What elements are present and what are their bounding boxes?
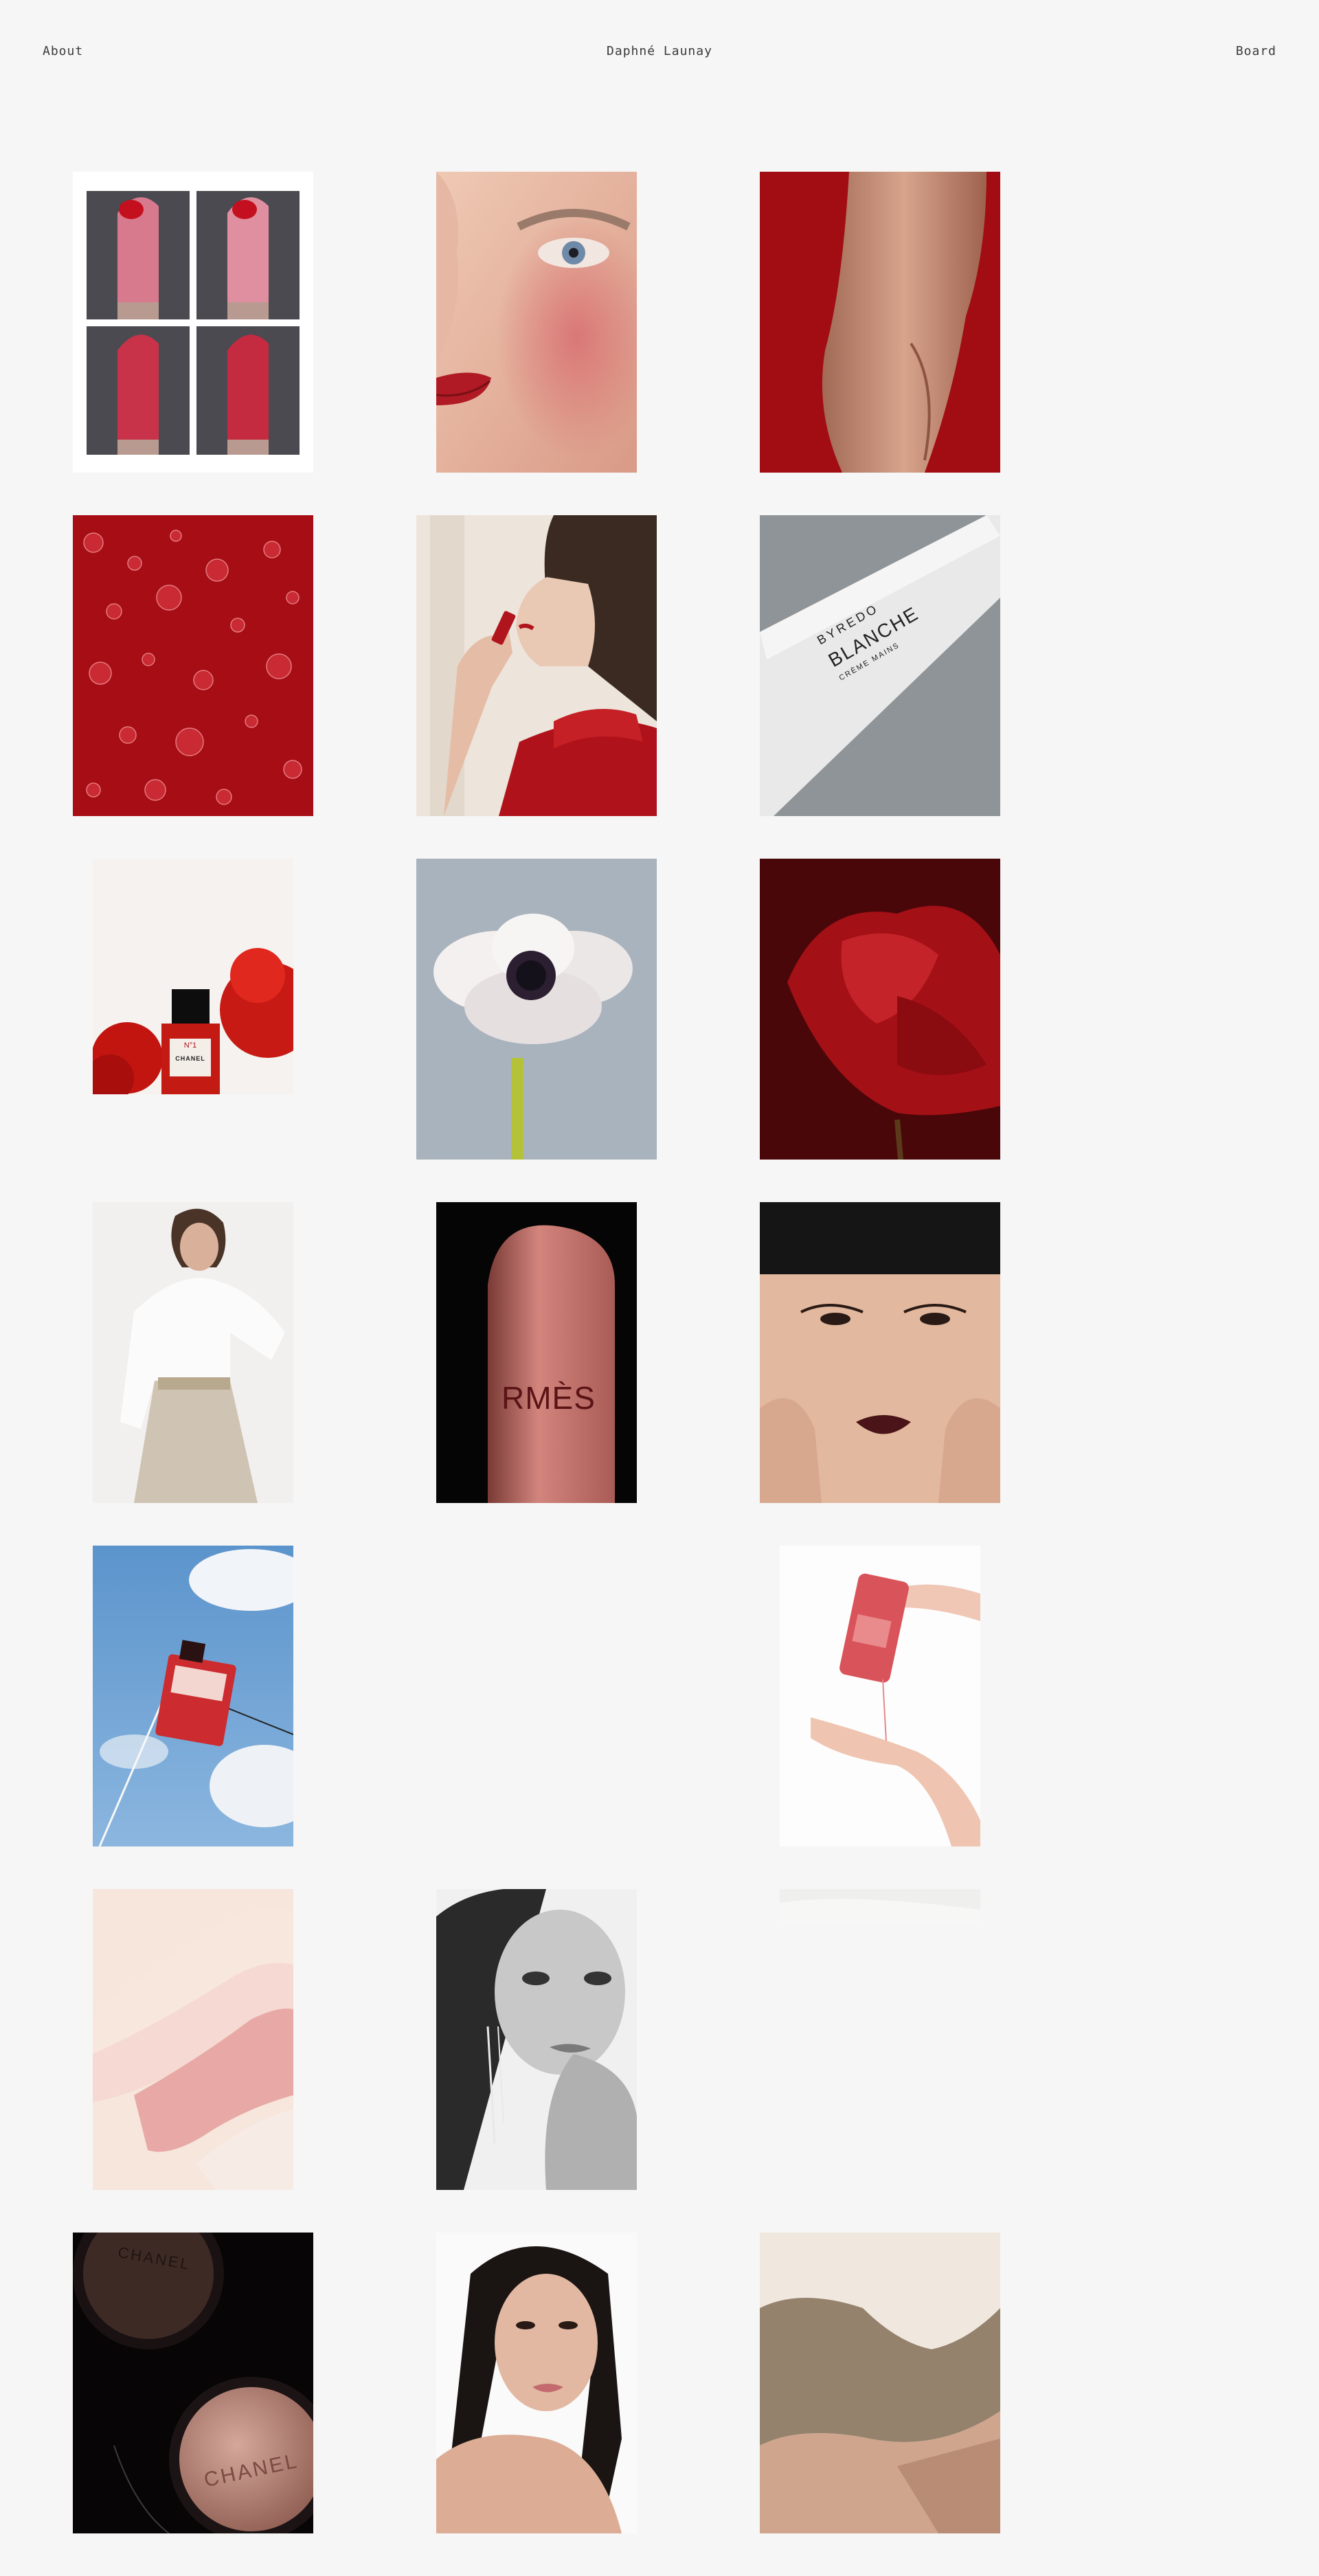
byredo-cream-image[interactable]: BYREDO BLANCHE CRÈME MAINS bbox=[760, 515, 1000, 816]
byredo-cream-graphic bbox=[760, 515, 1000, 816]
lipstick-grid-image[interactable] bbox=[73, 172, 313, 473]
woman-lipstick-graphic bbox=[416, 515, 657, 816]
white-anemone-graphic bbox=[416, 859, 657, 1160]
body-red-background-image[interactable] bbox=[760, 172, 1000, 473]
partial-image-graphic bbox=[780, 1889, 980, 1922]
lipstick-grid-graphic bbox=[73, 172, 313, 473]
fashion-woman-image[interactable] bbox=[93, 1202, 293, 1503]
freckled-face-image[interactable] bbox=[436, 172, 637, 473]
chanel-highlighter-image[interactable]: CHANEL CHANEL bbox=[73, 2233, 313, 2533]
bottle-sky-graphic bbox=[93, 1546, 293, 1846]
body-red-background-graphic bbox=[760, 172, 1000, 473]
hermes-lipstick-graphic bbox=[436, 1202, 637, 1503]
chanel-highlighter-graphic bbox=[73, 2233, 313, 2533]
chanel-perfume-graphic bbox=[93, 859, 293, 1094]
bottle-sky-image[interactable] bbox=[93, 1546, 293, 1846]
cream-swatches-image[interactable] bbox=[93, 1889, 293, 2190]
asian-portrait-image[interactable] bbox=[436, 2233, 637, 2533]
red-amaryllis-graphic bbox=[760, 859, 1000, 1160]
sponge-texture-graphic bbox=[760, 2233, 1000, 2533]
bangs-portrait-graphic bbox=[760, 1202, 1000, 1503]
white-anemone-image[interactable] bbox=[416, 859, 657, 1160]
bw-portrait-image[interactable] bbox=[436, 1889, 637, 2190]
bw-portrait-graphic bbox=[436, 1889, 637, 2190]
woman-lipstick-image[interactable] bbox=[416, 515, 657, 816]
hermes-lipstick-image[interactable]: RMÈS bbox=[436, 1202, 637, 1503]
hands-pouring-image[interactable] bbox=[780, 1546, 980, 1846]
red-bubbles-image[interactable] bbox=[73, 515, 313, 816]
cream-swatches-graphic bbox=[93, 1889, 293, 2190]
hands-pouring-graphic bbox=[780, 1546, 980, 1846]
board-link[interactable]: Board bbox=[1236, 44, 1276, 58]
fashion-woman-graphic bbox=[93, 1202, 293, 1503]
chanel-perfume-image[interactable]: N°1 CHANEL bbox=[93, 859, 293, 1094]
site-title[interactable]: Daphné Launay bbox=[0, 44, 1319, 58]
partial-image[interactable] bbox=[780, 1889, 980, 1922]
sponge-texture-image[interactable] bbox=[760, 2233, 1000, 2533]
asian-portrait-graphic bbox=[436, 2233, 637, 2533]
freckled-face-graphic bbox=[436, 172, 637, 473]
bangs-portrait-image[interactable] bbox=[760, 1202, 1000, 1503]
red-amaryllis-image[interactable] bbox=[760, 859, 1000, 1160]
red-bubbles-graphic bbox=[73, 515, 313, 816]
